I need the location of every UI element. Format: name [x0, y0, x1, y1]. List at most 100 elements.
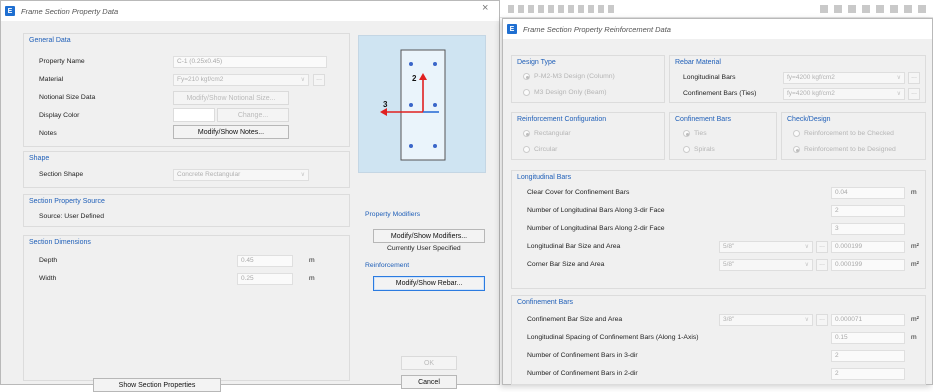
property-name-field[interactable]: C-1 (0.25x0.45) [173, 56, 327, 68]
corner-area-field[interactable]: 0.000199 [831, 259, 905, 271]
radio-selected-icon [523, 73, 530, 80]
clear-cover-label: Clear Cover for Confinement Bars [527, 189, 630, 196]
radio-selected-icon [793, 146, 800, 153]
checked-radio[interactable]: Reinforcement to be Checked [793, 130, 894, 137]
ties-radio[interactable]: Ties [683, 130, 707, 137]
confinement-area-unit: m² [911, 316, 919, 323]
beam-design-label: M3 Design Only (Beam) [534, 89, 607, 96]
chevron-down-icon: ∨ [300, 172, 305, 178]
corner-size-select[interactable]: 5/8" ∨ [719, 259, 813, 271]
longitudinal-material-select[interactable]: fy=4200 kgf/cm2 ∨ [783, 72, 905, 84]
app-icon: E [507, 24, 517, 34]
rebar-title-bar: E Frame Section Property Reinforcement D… [503, 19, 932, 39]
rectangular-radio[interactable]: Rectangular [523, 130, 571, 137]
confinement-material-select[interactable]: fy=4200 kgf/cm2 ∨ [783, 88, 905, 100]
num-confinement-2dir-input[interactable]: 2 [831, 368, 905, 380]
ok-button[interactable]: OK [401, 356, 457, 370]
window-title: Frame Section Property Data [21, 6, 119, 16]
section-preview-drawing: 2 3 [380, 49, 446, 161]
confinement-material-more-button[interactable]: ... [908, 88, 920, 100]
num-confinement-3dir-input[interactable]: 2 [831, 350, 905, 362]
shape-header: Shape [29, 155, 50, 162]
section-dimensions-header: Section Dimensions [29, 239, 91, 246]
material-select[interactable]: Fy=210 kgf/cm2 ∨ [173, 74, 309, 86]
rebar-material-header: Rebar Material [675, 59, 721, 66]
rebar-dot [433, 62, 437, 66]
spirals-label: Spirals [694, 146, 715, 153]
width-input[interactable]: 0.25 [237, 273, 293, 285]
material-value: Fy=210 kgf/cm2 [177, 76, 224, 83]
spacing-unit: m [911, 334, 917, 341]
app-icon: E [5, 6, 15, 16]
bar-area-unit: m² [911, 243, 919, 250]
material-more-button[interactable]: ... [313, 74, 325, 86]
property-modifiers-header: Property Modifiers [365, 211, 421, 218]
num-2dir-label: Number of Longitudinal Bars Along 2-dir … [527, 225, 665, 232]
designed-radio[interactable]: Reinforcement to be Designed [793, 146, 896, 153]
chevron-down-icon: ∨ [804, 244, 809, 250]
designed-label: Reinforcement to be Designed [804, 146, 896, 153]
confinement-size-more-button[interactable]: ... [816, 314, 828, 326]
beam-design-radio[interactable]: M3 Design Only (Beam) [523, 89, 607, 96]
design-type-header: Design Type [517, 59, 556, 66]
bar-area-field[interactable]: 0.000199 [831, 241, 905, 253]
confinement-area-field[interactable]: 0.000071 [831, 314, 905, 326]
source-text: Source: User Defined [39, 213, 104, 220]
axis2-label: 2 [412, 74, 417, 83]
column-design-label: P-M2-M3 Design (Column) [534, 73, 615, 80]
material-label: Material [39, 76, 64, 83]
longitudinal-material-more-button[interactable]: ... [908, 72, 920, 84]
rebar-dot [433, 144, 437, 148]
spacing-input[interactable]: 0.15 [831, 332, 905, 344]
radio-empty-icon [683, 146, 690, 153]
num-3dir-input[interactable]: 2 [831, 205, 905, 217]
column-design-radio[interactable]: P-M2-M3 Design (Column) [523, 73, 615, 80]
rebar-dot [409, 103, 413, 107]
chevron-down-icon: ∨ [300, 77, 305, 83]
bar-size-label: Longitudinal Bar Size and Area [527, 243, 621, 250]
circular-radio[interactable]: Circular [523, 146, 557, 153]
chevron-down-icon: ∨ [896, 75, 901, 81]
property-source-header: Section Property Source [29, 198, 105, 205]
width-unit: m [309, 275, 315, 282]
width-label: Width [39, 275, 57, 282]
clear-cover-input[interactable]: 0.04 [831, 187, 905, 199]
cancel-button[interactable]: Cancel [401, 375, 457, 389]
num-3dir-label: Number of Longitudinal Bars Along 3-dir … [527, 207, 665, 214]
bar-size-more-button[interactable]: ... [816, 241, 828, 253]
confinement-size-select[interactable]: 3/8" ∨ [719, 314, 813, 326]
longitudinal-material-value: fy=4200 kgf/cm2 [787, 74, 835, 81]
confinement-bars-header: Confinement Bars [517, 299, 574, 306]
radio-selected-icon [523, 130, 530, 137]
rebar-window-title: Frame Section Property Reinforcement Dat… [523, 24, 671, 34]
radio-selected-icon [683, 130, 690, 137]
change-color-button[interactable]: Change... [217, 108, 289, 122]
bar-size-select[interactable]: 5/8" ∨ [719, 241, 813, 253]
corner-size-more-button[interactable]: ... [816, 259, 828, 271]
close-icon[interactable]: × [482, 2, 488, 14]
rebar-dot [409, 144, 413, 148]
notional-size-label: Notional Size Data [39, 94, 96, 101]
modify-modifiers-button[interactable]: Modify/Show Modifiers... [373, 229, 485, 243]
chevron-down-icon: ∨ [804, 317, 809, 323]
display-color-label: Display Color [39, 112, 80, 119]
corner-size-value: 5/8" [723, 261, 735, 268]
check-design-header: Check/Design [787, 116, 831, 123]
depth-unit: m [309, 257, 315, 264]
axis3-label: 3 [383, 100, 388, 109]
property-name-label: Property Name [39, 58, 85, 65]
rebar-dialog: E Frame Section Property Reinforcement D… [502, 18, 933, 385]
notional-size-button[interactable]: Modify/Show Notional Size... [173, 91, 289, 105]
confinement-bars-label: Confinement Bars (Ties) [683, 90, 757, 97]
num-2dir-input[interactable]: 3 [831, 223, 905, 235]
section-shape-select[interactable]: Concrete Rectangular ∨ [173, 169, 309, 181]
depth-input[interactable]: 0.45 [237, 255, 293, 267]
radio-empty-icon [523, 146, 530, 153]
modify-rebar-button[interactable]: Modify/Show Rebar... [373, 276, 485, 291]
show-section-properties-button[interactable]: Show Section Properties [93, 378, 221, 392]
modifiers-status: Currently User Specified [387, 245, 461, 252]
notes-button[interactable]: Modify/Show Notes... [173, 125, 289, 139]
radio-empty-icon [793, 130, 800, 137]
chevron-down-icon: ∨ [804, 262, 809, 268]
spirals-radio[interactable]: Spirals [683, 146, 715, 153]
